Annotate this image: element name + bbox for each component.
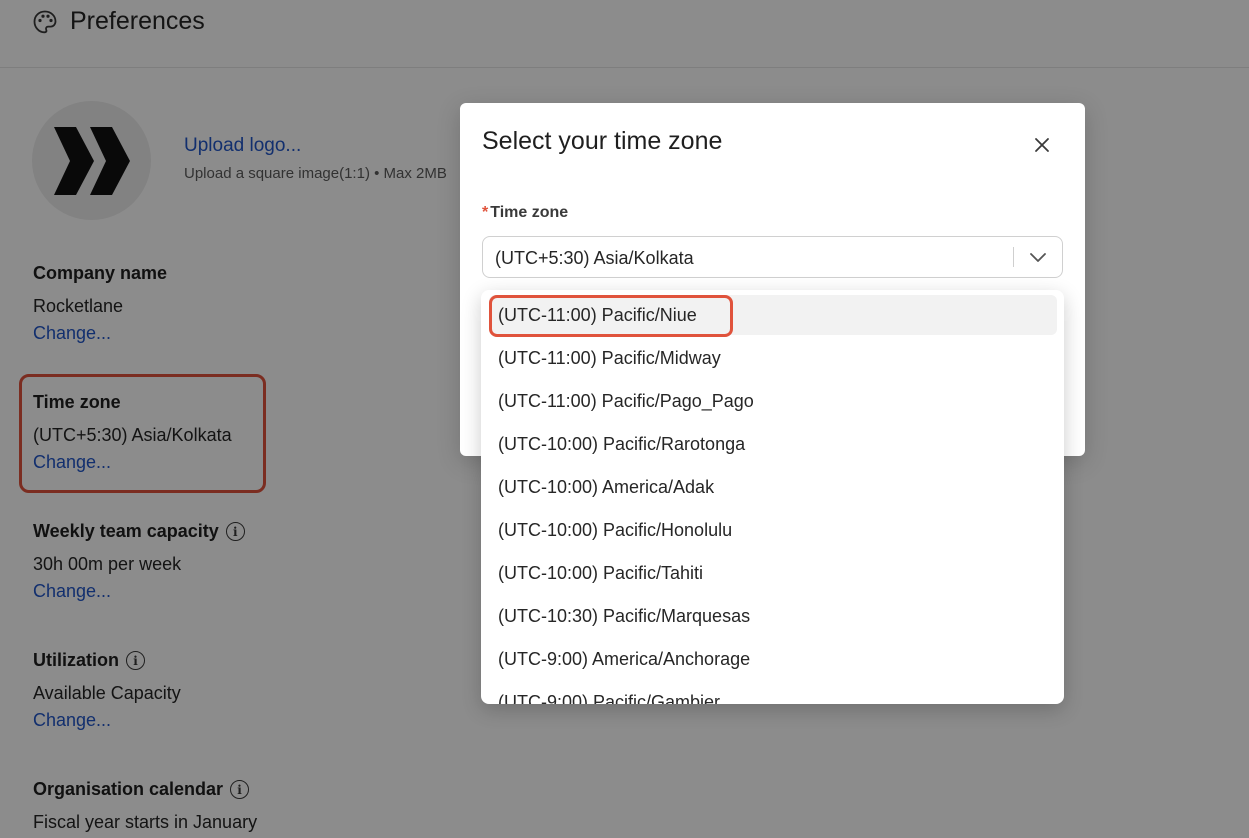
time-zone-option[interactable]: (UTC-10:30) Pacific/Marquesas: [489, 596, 1057, 636]
close-button[interactable]: [1028, 131, 1056, 159]
modal-title: Select your time zone: [482, 127, 723, 155]
time-zone-option[interactable]: (UTC-10:00) Pacific/Rarotonga: [489, 424, 1057, 464]
time-zone-select-value: (UTC+5:30) Asia/Kolkata: [495, 248, 694, 268]
time-zone-option[interactable]: (UTC-9:00) America/Anchorage: [489, 639, 1057, 679]
time-zone-dropdown: (UTC-11:00) Pacific/Niue (UTC-11:00) Pac…: [481, 290, 1064, 704]
selected-option-highlight-box: [489, 295, 733, 337]
time-zone-field-label-text: Time zone: [490, 204, 569, 221]
time-zone-option[interactable]: (UTC-10:00) Pacific/Tahiti: [489, 553, 1057, 593]
time-zone-option[interactable]: (UTC-10:00) Pacific/Honolulu: [489, 510, 1057, 550]
chevron-down-icon[interactable]: [1028, 247, 1048, 267]
time-zone-option[interactable]: (UTC-11:00) Pacific/Midway: [489, 338, 1057, 378]
select-divider: [1013, 247, 1014, 267]
time-zone-option[interactable]: (UTC-10:00) America/Adak: [489, 467, 1057, 507]
close-icon: [1035, 138, 1049, 152]
time-zone-option[interactable]: (UTC-9:00) Pacific/Gambier: [489, 682, 1057, 704]
time-zone-option[interactable]: (UTC-11:00) Pacific/Pago_Pago: [489, 381, 1057, 421]
time-zone-select[interactable]: (UTC+5:30) Asia/Kolkata: [482, 236, 1063, 278]
time-zone-field-label: * Time zone: [482, 204, 568, 222]
required-mark: *: [482, 204, 489, 221]
